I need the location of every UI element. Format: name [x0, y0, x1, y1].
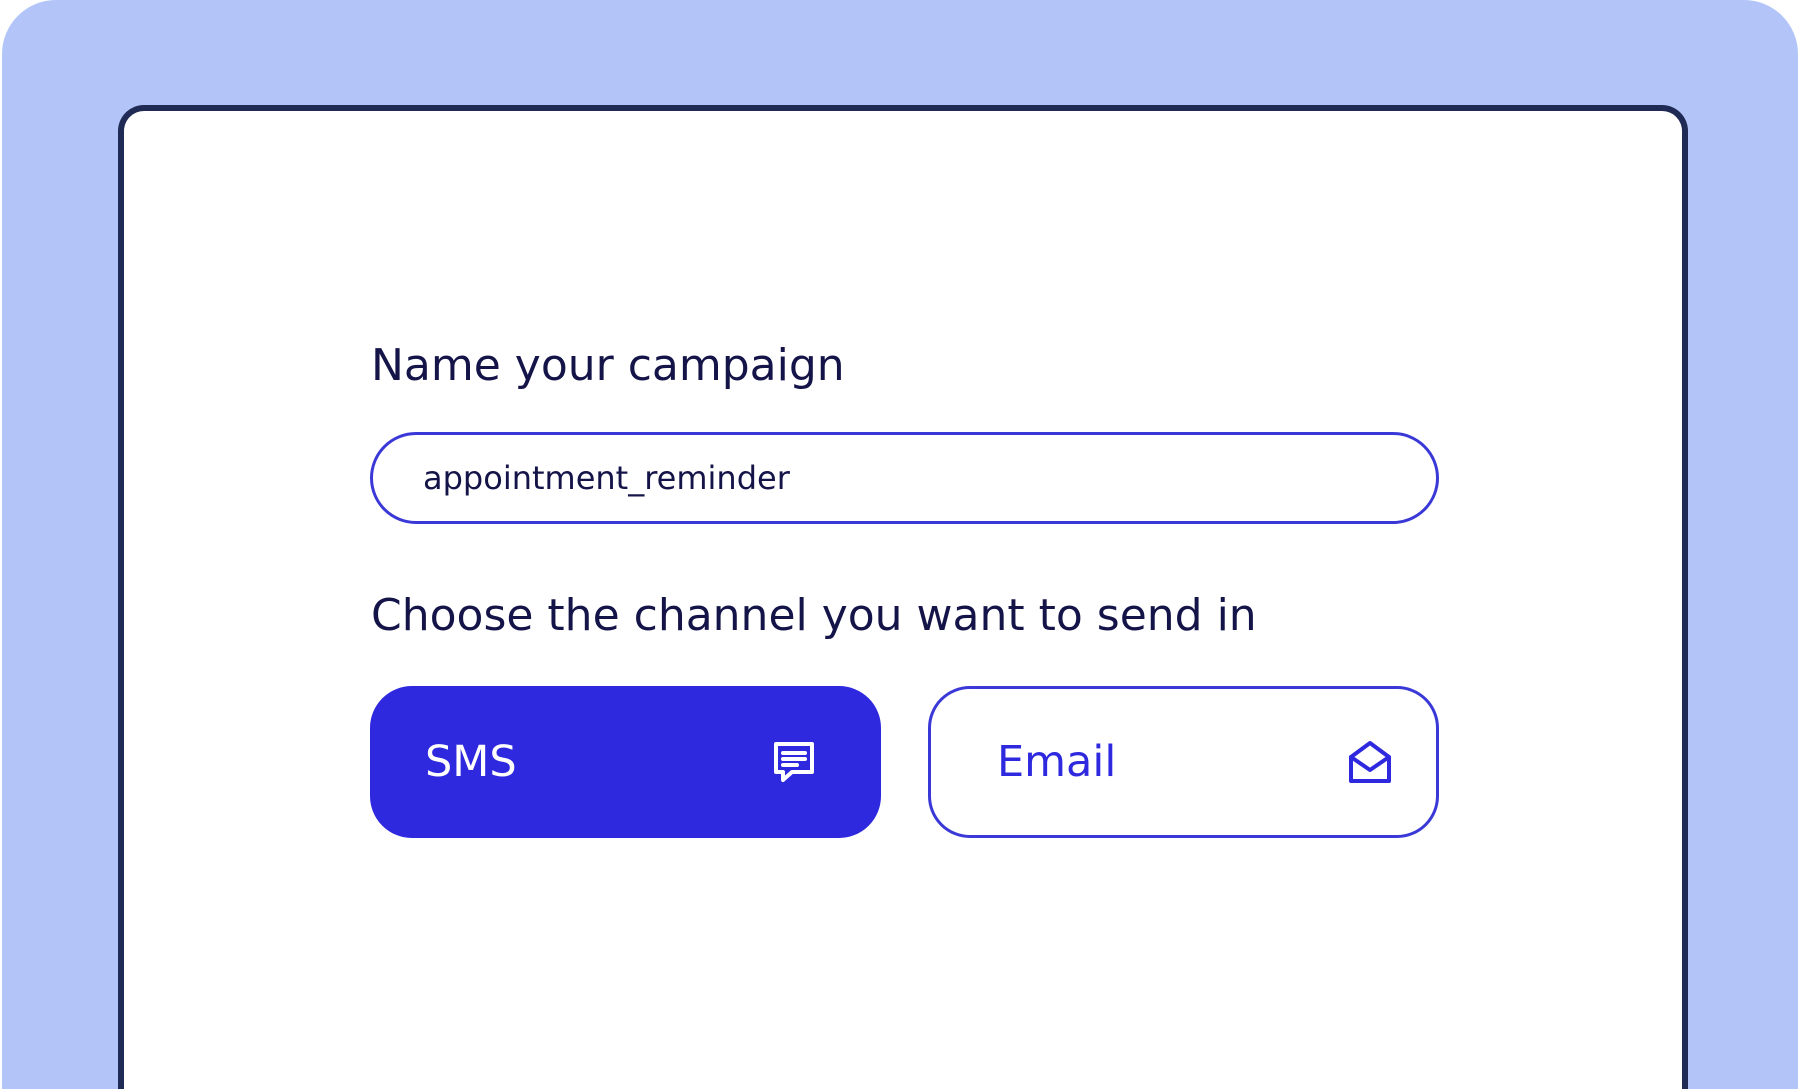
channel-heading: Choose the channel you want to send in: [371, 590, 1257, 641]
email-channel-button[interactable]: Email: [928, 686, 1439, 838]
campaign-name-heading: Name your campaign: [371, 340, 845, 391]
sms-channel-button[interactable]: SMS: [370, 686, 881, 838]
campaign-name-input[interactable]: [370, 432, 1439, 524]
open-envelope-icon: [1346, 738, 1394, 786]
sms-channel-label: SMS: [425, 737, 517, 787]
page-background: Name your campaign Choose the channel yo…: [2, 0, 1798, 1089]
chat-message-icon: [770, 738, 818, 786]
email-channel-label: Email: [997, 737, 1117, 787]
